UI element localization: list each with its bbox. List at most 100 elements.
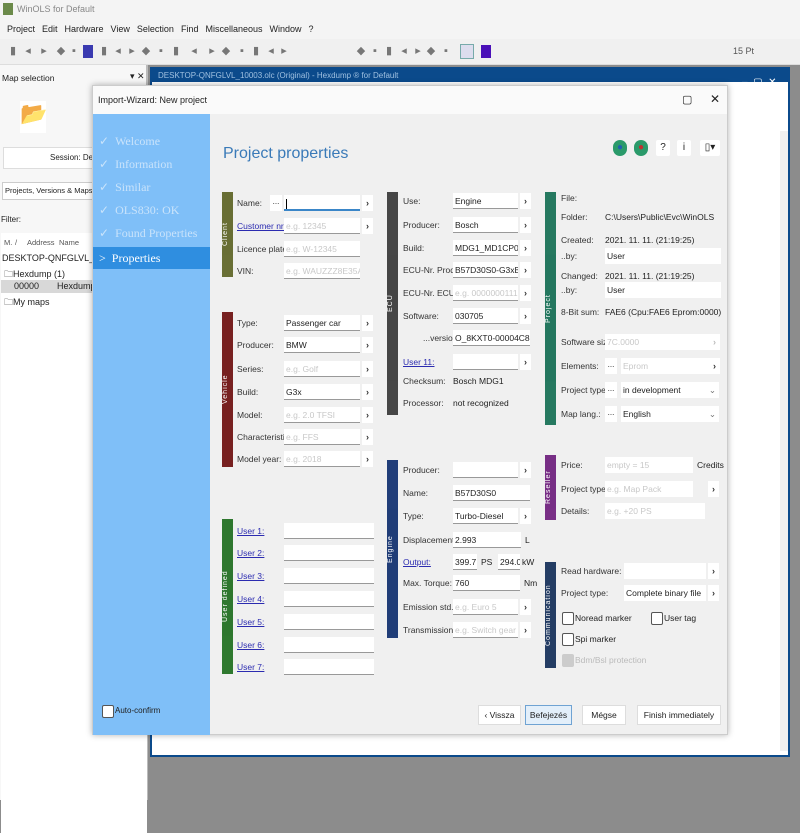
vehicle-characteristic-input[interactable]: e.g. FFS: [284, 429, 360, 445]
toolbar-icon[interactable]: ▮: [98, 45, 110, 58]
project-elements-input[interactable]: Eprom: [621, 358, 715, 374]
client-name-arrow-button[interactable]: ›: [362, 195, 373, 211]
finish-button[interactable]: Befejezés: [525, 705, 572, 725]
close-icon[interactable]: ▾ ✕: [130, 71, 145, 82]
engine-name-input[interactable]: B57D30S0: [453, 485, 530, 501]
nav-step-ols830-ok[interactable]: ✓ OLS830: OK: [99, 203, 179, 218]
reseller-project-type-arrow-button[interactable]: ›: [708, 481, 719, 497]
client-vin-input[interactable]: e.g. WAUZZZ8E35A023456: [284, 263, 360, 279]
help-icon[interactable]: ?: [656, 140, 670, 156]
toolbar-icon[interactable]: ◂: [188, 45, 200, 58]
maximize-icon[interactable]: ▢: [682, 93, 692, 106]
scrollbar[interactable]: [780, 131, 788, 751]
comm-noread-marker-checkbox[interactable]: Noread marker: [562, 612, 632, 625]
vehicle-model-input[interactable]: e.g. 2.0 TFSI: [284, 407, 360, 423]
ecu-producer-arrow-button[interactable]: ›: [520, 217, 531, 233]
toolbar-icon[interactable]: ◂: [398, 45, 410, 58]
vehicle-type-input[interactable]: Passenger car: [284, 315, 360, 331]
vehicle-series-arrow-button[interactable]: ›: [362, 361, 373, 377]
comm-spi-marker-checkbox[interactable]: Spi marker: [562, 633, 616, 646]
engine-type-arrow-button[interactable]: ›: [520, 508, 531, 524]
vehicle-producer-input[interactable]: BMW: [284, 337, 360, 353]
menu-edit[interactable]: Edit: [42, 24, 58, 34]
toolbar-icon[interactable]: ▮: [383, 45, 395, 58]
toolbar-icon[interactable]: ◆: [140, 45, 152, 58]
column-name[interactable]: Name: [59, 238, 79, 247]
nav-step-similar[interactable]: ✓ Similar: [99, 180, 150, 195]
project-map-lang-select[interactable]: English ⌄: [621, 406, 719, 422]
client-customer-nr-input[interactable]: e.g. 12345: [284, 218, 360, 234]
engine-producer-arrow-button[interactable]: ›: [520, 462, 531, 478]
toolbar-icon[interactable]: ▮: [170, 45, 182, 58]
toolbar-icon[interactable]: ▪: [68, 45, 80, 58]
document-menu-icon[interactable]: ▯▾: [700, 140, 720, 156]
ecu--version-input[interactable]: O_8KXT0-00004C87-002: [453, 330, 530, 346]
menu-project[interactable]: Project: [7, 24, 35, 34]
comm-project-type-input[interactable]: Complete binary file: [624, 585, 706, 601]
ecu-build-arrow-button[interactable]: ›: [520, 240, 531, 256]
engine-max-torque-input[interactable]: 760: [453, 575, 520, 591]
column-address[interactable]: Address: [27, 238, 55, 247]
nav-step-welcome[interactable]: ✓ Welcome: [99, 134, 160, 149]
window-controls[interactable]: – ▢ ✕: [742, 77, 777, 88]
user-user-7-label[interactable]: User 7:: [237, 659, 264, 675]
client-customer-nr-label[interactable]: Customer nr.:: [237, 218, 288, 234]
ecu-software-input[interactable]: 030705: [453, 308, 518, 324]
project-project-type-select[interactable]: in development ⌄: [621, 382, 719, 398]
nav-step-properties[interactable]: > Properties: [93, 247, 210, 269]
page-icon[interactable]: [83, 45, 93, 58]
user-user-1-input[interactable]: [284, 523, 374, 539]
ecu-use-input[interactable]: Engine: [453, 193, 518, 209]
user-user-4-label[interactable]: User 4:: [237, 591, 264, 607]
comm-user-tag-checkbox[interactable]: User tag: [651, 612, 696, 625]
engine-transmission-input[interactable]: e.g. Switch gear: [453, 622, 518, 638]
toolbar-icon[interactable]: ◆: [425, 45, 437, 58]
toolbar-icon[interactable]: ▸: [412, 45, 424, 58]
align-icon[interactable]: [460, 44, 474, 59]
engine-type-input[interactable]: Turbo-Diesel: [453, 508, 518, 524]
toolbar-icon[interactable]: ▸: [38, 45, 50, 58]
color-icon[interactable]: [481, 45, 491, 58]
toolbar-icon[interactable]: ▮: [250, 45, 262, 58]
ecu-ecu-nr-prod-arrow-button[interactable]: ›: [520, 262, 531, 278]
menu-view[interactable]: View: [111, 24, 130, 34]
engine-output-ps-input[interactable]: 399.7: [453, 554, 477, 570]
toolbar-icon[interactable]: ◆: [220, 45, 232, 58]
vehicle-producer-arrow-button[interactable]: ›: [362, 337, 373, 353]
toolbar-icon[interactable]: ▪: [369, 45, 381, 58]
vehicle-build-input[interactable]: G3x: [284, 384, 360, 400]
menu-selection[interactable]: Selection: [137, 24, 174, 34]
user-user-2-label[interactable]: User 2:: [237, 545, 264, 561]
reseller-project-type-input[interactable]: e.g. Map Pack: [605, 481, 693, 497]
ecu-ecu-nr-ecu-arrow-button[interactable]: ›: [520, 285, 531, 301]
toolbar-icon[interactable]: ◂: [265, 45, 277, 58]
user-user-3-label[interactable]: User 3:: [237, 568, 264, 584]
cancel-button[interactable]: Mégse: [582, 705, 626, 725]
toolbar-icon[interactable]: ◂: [22, 45, 34, 58]
toolbar-icon[interactable]: ◂: [112, 45, 124, 58]
nav-step-found-properties[interactable]: ✓ Found Properties: [99, 226, 197, 241]
client-customer-nr-arrow-button[interactable]: ›: [362, 218, 373, 234]
user-user-3-input[interactable]: [284, 568, 374, 584]
vehicle-model-year-arrow-button[interactable]: ›: [362, 451, 373, 467]
toolbar-icon[interactable]: ▮: [7, 45, 19, 58]
engine-output-kw-input[interactable]: 294.0: [498, 554, 520, 570]
open-folder-icon[interactable]: 📂: [20, 101, 47, 133]
engine-emission-std-arrow-button[interactable]: ›: [520, 599, 531, 615]
finish-immediately-button[interactable]: Finish immediately: [637, 705, 721, 725]
user-user-5-input[interactable]: [284, 614, 374, 630]
toolbar-icon[interactable]: ▸: [278, 45, 290, 58]
comm-project-type-arrow-button[interactable]: ›: [708, 585, 719, 601]
comm-read-hardware-input[interactable]: [624, 563, 706, 579]
user-user-4-input[interactable]: [284, 591, 374, 607]
menu-find[interactable]: Find: [181, 24, 199, 34]
nav-step-information[interactable]: ✓ Information: [99, 157, 172, 172]
vehicle-model-year-input[interactable]: e.g. 2018: [284, 451, 360, 467]
user-user-6-input[interactable]: [284, 637, 374, 653]
toolbar-icon[interactable]: ◆: [355, 45, 367, 58]
ecu-ecu-nr-prod-input[interactable]: B57D30S0-G3xB57S0_: [453, 262, 518, 278]
column-m[interactable]: M.: [4, 238, 12, 247]
reseller-price-input[interactable]: empty = 15: [605, 457, 693, 473]
menu-hardware[interactable]: Hardware: [65, 24, 104, 34]
vehicle-model-arrow-button[interactable]: ›: [362, 407, 373, 423]
